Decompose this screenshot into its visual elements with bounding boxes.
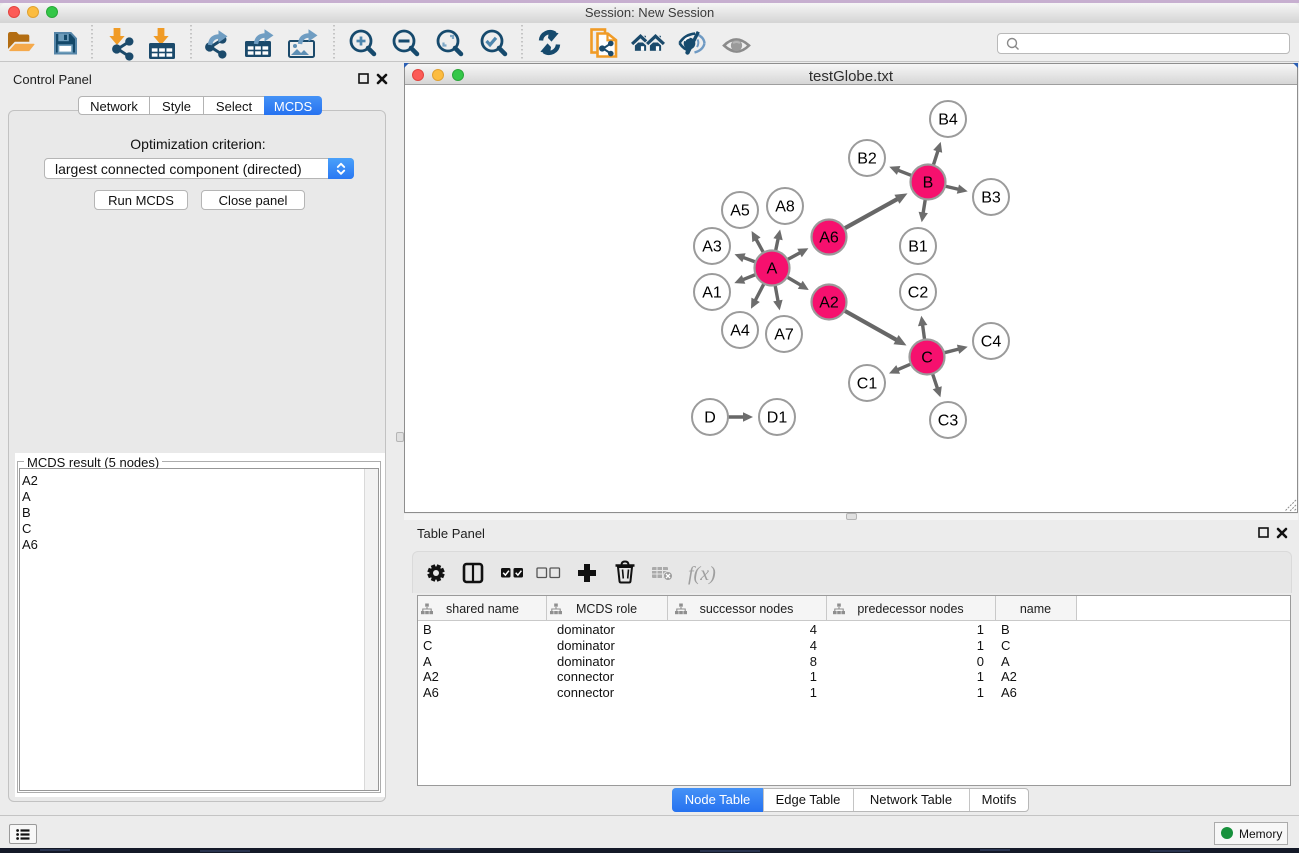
svg-text:C3: C3 (938, 413, 959, 430)
svg-text:A5: A5 (730, 203, 750, 220)
svg-text:A7: A7 (774, 327, 794, 344)
svg-text:B1: B1 (908, 239, 928, 256)
svg-text:A: A (767, 261, 778, 278)
svg-text:D1: D1 (767, 410, 788, 427)
svg-text:B: B (923, 175, 934, 192)
svg-text:A1: A1 (702, 285, 722, 302)
svg-text:B4: B4 (938, 112, 958, 129)
svg-text:C4: C4 (981, 334, 1002, 351)
svg-text:f(x): f(x) (688, 563, 716, 585)
svg-text:A4: A4 (730, 323, 750, 340)
svg-text:B3: B3 (981, 190, 1001, 207)
svg-text:A3: A3 (702, 239, 722, 256)
svg-text:A8: A8 (775, 199, 795, 216)
svg-text:A2: A2 (819, 295, 839, 312)
svg-text:D: D (704, 410, 716, 427)
svg-text:B2: B2 (857, 151, 877, 168)
svg-text:C1: C1 (857, 376, 878, 393)
svg-text:C2: C2 (908, 285, 929, 302)
svg-text:A6: A6 (819, 230, 839, 247)
svg-text:C: C (921, 350, 933, 367)
